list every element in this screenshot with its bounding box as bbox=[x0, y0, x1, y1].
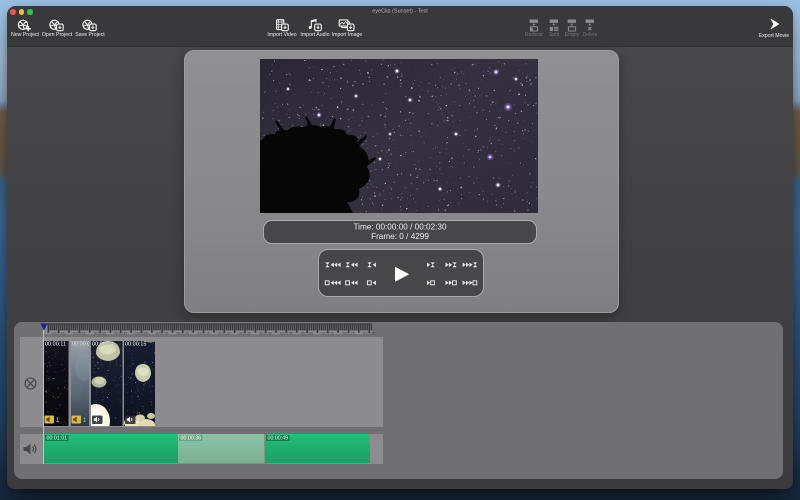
svg-text:00:01:55: 00:01:55 bbox=[280, 331, 293, 335]
svg-text:00:00:05: 00:00:05 bbox=[52, 331, 65, 335]
svg-text:00:00:15: 00:00:15 bbox=[73, 331, 86, 335]
svg-text:00:00:35: 00:00:35 bbox=[114, 331, 127, 335]
svg-text:00:02:25: 00:02:25 bbox=[342, 331, 355, 335]
svg-text:00:00:55: 00:00:55 bbox=[156, 331, 169, 335]
svg-text:00:00:45: 00:00:45 bbox=[135, 331, 148, 335]
svg-text:00:02:05: 00:02:05 bbox=[301, 331, 314, 335]
svg-text:00:02:35: 00:02:35 bbox=[363, 331, 376, 335]
svg-text:00:01:25: 00:01:25 bbox=[218, 331, 231, 335]
svg-text:00:02:15: 00:02:15 bbox=[321, 331, 334, 335]
svg-text:00:01:35: 00:01:35 bbox=[239, 331, 252, 335]
svg-text:00:01:15: 00:01:15 bbox=[197, 331, 210, 335]
svg-text:00:01:05: 00:01:05 bbox=[177, 331, 190, 335]
svg-text:00:01:45: 00:01:45 bbox=[259, 331, 272, 335]
svg-text:00:00:25: 00:00:25 bbox=[94, 331, 107, 335]
